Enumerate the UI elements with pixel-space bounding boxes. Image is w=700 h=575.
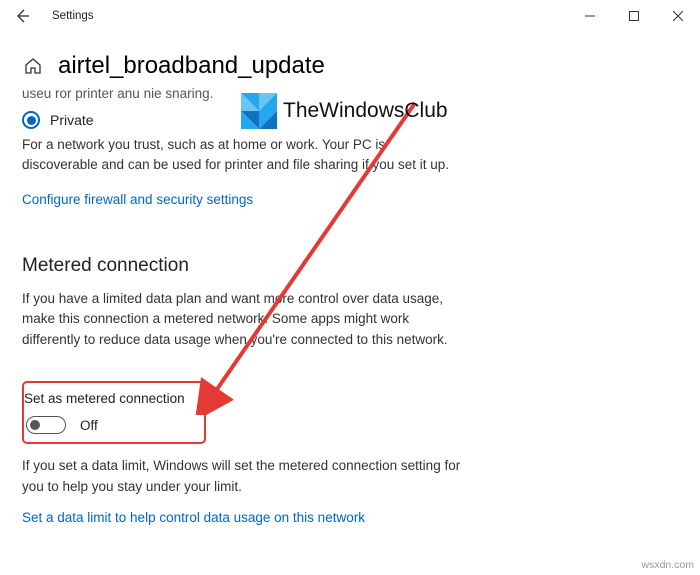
- truncated-text: useu ror printer anu nie snaring.: [22, 86, 640, 101]
- maximize-button[interactable]: [612, 0, 656, 32]
- metered-toggle-switch[interactable]: [26, 416, 66, 434]
- window-controls: [568, 0, 700, 32]
- back-button[interactable]: [4, 0, 40, 32]
- data-limit-link[interactable]: Set a data limit to help control data us…: [22, 510, 365, 525]
- page-header: airtel_broadband_update: [22, 52, 640, 80]
- close-button[interactable]: [656, 0, 700, 32]
- private-radio[interactable]: Private: [22, 111, 640, 129]
- radio-selected-icon: [22, 111, 40, 129]
- watermark: wsxdn.com: [641, 559, 694, 571]
- metered-toggle-label: Set as metered connection: [24, 391, 192, 406]
- titlebar: Settings: [0, 0, 700, 32]
- metered-toggle-callout: Set as metered connection Off: [22, 381, 206, 444]
- metered-description: If you have a limited data plan and want…: [22, 289, 462, 352]
- private-description: For a network you trust, such as at home…: [22, 135, 462, 176]
- window-title: Settings: [52, 10, 94, 22]
- content-area: airtel_broadband_update useu ror printer…: [0, 52, 700, 527]
- metered-heading: Metered connection: [22, 255, 640, 277]
- home-icon[interactable]: [22, 55, 44, 77]
- minimize-icon: [585, 11, 595, 21]
- arrow-left-icon: [14, 8, 30, 24]
- toggle-knob-icon: [30, 420, 40, 430]
- close-icon: [673, 11, 683, 21]
- metered-toggle-state: Off: [80, 418, 98, 433]
- data-limit-description: If you set a data limit, Windows will se…: [22, 456, 462, 498]
- private-label: Private: [50, 112, 94, 128]
- maximize-icon: [629, 11, 639, 21]
- minimize-button[interactable]: [568, 0, 612, 32]
- firewall-settings-link[interactable]: Configure firewall and security settings: [22, 192, 253, 207]
- page-title: airtel_broadband_update: [58, 52, 325, 80]
